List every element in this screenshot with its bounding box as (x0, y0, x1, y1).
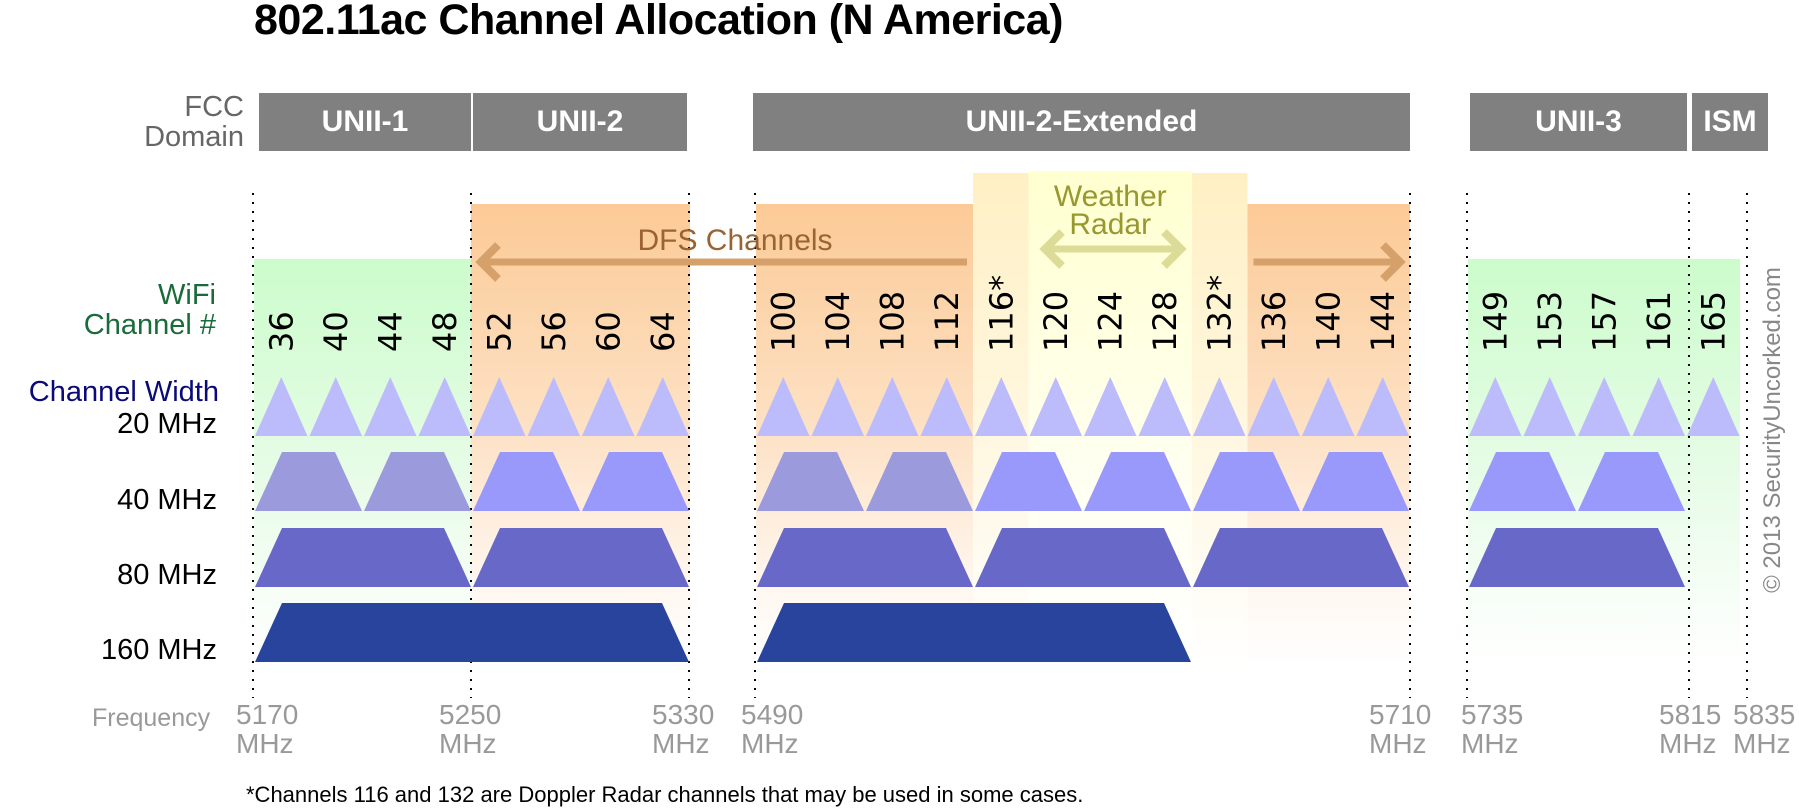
wifi-channel-label: WiFi Channel # (84, 280, 216, 340)
frequency-tick-5250: 5250 MHz (439, 700, 501, 758)
frequency-value: 5710 (1369, 699, 1432, 730)
frequency-tick-5170: 5170 MHz (236, 700, 298, 758)
channel-number-108: 108 (873, 291, 911, 352)
channel-number-104: 104 (819, 291, 857, 352)
channel-number-136: 136 (1255, 291, 1293, 352)
footnote: *Channels 116 and 132 are Doppler Radar … (246, 782, 1084, 807)
channel-number-56: 56 (535, 311, 573, 352)
frequency-value: 5250 (439, 699, 502, 730)
channel-number-116: 116* (982, 275, 1020, 352)
channel-block-80mhz-52-64 (473, 528, 689, 587)
dfs-channels-label: DFS Channels (637, 224, 832, 257)
channel-number-165: 165 (1694, 291, 1732, 352)
width-label-80: 80 MHz (117, 559, 217, 591)
channel-number-140: 140 (1309, 291, 1347, 352)
channel-number-48: 48 (426, 311, 464, 352)
weather-radar-label-line2: Radar (1069, 208, 1151, 241)
channel-block-80mhz-132-144 (1193, 528, 1409, 587)
channel-block-80mhz-149-161 (1469, 528, 1685, 587)
frequency-tick-5490: 5490 MHz (741, 700, 803, 758)
frequency-unit: MHz (236, 728, 294, 759)
channel-block-80mhz-100-112 (757, 528, 973, 587)
channel-number-100: 100 (764, 291, 802, 352)
channel-width-label: Channel Width (28, 376, 219, 408)
frequency-value: 5835 (1733, 699, 1796, 730)
width-label-160: 160 MHz (100, 634, 217, 666)
frequency-unit: MHz (1659, 728, 1717, 759)
frequency-value: 5170 (236, 699, 299, 730)
frequency-unit: MHz (1733, 728, 1791, 759)
channel-number-161: 161 (1640, 291, 1678, 352)
wifi-label-line2: Channel # (83, 309, 216, 341)
channel-number-112: 112 (928, 291, 966, 352)
frequency-value: 5735 (1461, 699, 1524, 730)
channel-number-40: 40 (317, 311, 355, 352)
frequency-tick-5835: 5835 MHz (1733, 700, 1795, 758)
channel-diagram: DFS ChannelsWeatherRadar36 40 44 48 52 56 60 64… (252, 171, 1748, 698)
frequency-unit: MHz (439, 728, 497, 759)
frequency-tick-5330: 5330 MHz (652, 700, 714, 758)
frequency-value: 5815 (1659, 699, 1722, 730)
channel-number-149: 149 (1476, 291, 1514, 352)
frequency-tick-5735: 5735 MHz (1461, 700, 1523, 758)
copyright-notice: © 2013 SecurityUncorked.com (1759, 267, 1786, 593)
channel-block-80mhz-36-48 (255, 528, 471, 587)
channel-block-160mhz-100-128 (757, 603, 1191, 662)
channel-number-157: 157 (1585, 291, 1623, 352)
channel-number-153: 153 (1531, 291, 1569, 352)
frequency-unit: MHz (741, 728, 799, 759)
channel-number-44: 44 (371, 311, 409, 352)
wifi-label-line1: WiFi (158, 279, 216, 311)
channel-number-64: 64 (644, 311, 682, 352)
channel-number-52: 52 (480, 311, 518, 352)
channel-number-120: 120 (1037, 291, 1075, 352)
frequency-label: Frequency (92, 704, 211, 732)
channel-block-160mhz-36-64 (255, 603, 689, 662)
channel-number-124: 124 (1091, 291, 1129, 352)
frequency-unit: MHz (1369, 728, 1427, 759)
channel-number-60: 60 (589, 311, 627, 352)
channel-block-80mhz-116-128 (975, 528, 1191, 587)
frequency-unit: MHz (1461, 728, 1519, 759)
width-label-40: 40 MHz (117, 484, 217, 516)
channel-number-128: 128 (1146, 291, 1184, 352)
frequency-value: 5330 (652, 699, 715, 730)
frequency-unit: MHz (652, 728, 710, 759)
frequency-tick-5815: 5815 MHz (1659, 700, 1721, 758)
frequency-tick-5710: 5710 MHz (1369, 700, 1431, 758)
frequency-value: 5490 (741, 699, 804, 730)
channel-number-132: 132* (1200, 275, 1238, 352)
width-label-20: 20 MHz (117, 408, 217, 440)
channel-number-144: 144 (1364, 291, 1402, 352)
channel-number-36: 36 (262, 311, 300, 352)
